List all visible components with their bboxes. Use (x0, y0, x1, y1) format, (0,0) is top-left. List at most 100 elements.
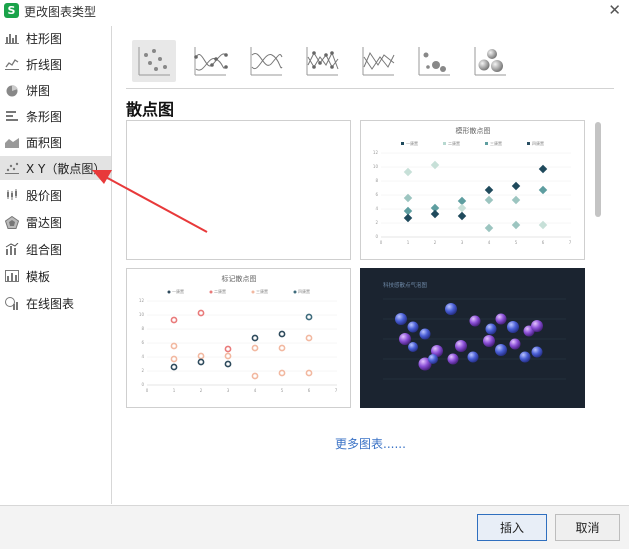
legend-swatch (209, 290, 213, 294)
subtype-straight-lines-markers[interactable] (300, 40, 344, 82)
preview-bubbles (395, 303, 543, 371)
app-logo-icon: S (4, 3, 19, 18)
gallery-scrollbar[interactable] (595, 122, 601, 217)
legend-swatch (443, 142, 446, 145)
y-tick: 10 (139, 312, 145, 317)
sidebar-item-area[interactable]: 面积图 (0, 130, 111, 154)
sidebar-item-label: 折线图 (26, 57, 63, 72)
bubble-icon (418, 47, 450, 76)
sidebar-item-stock[interactable]: 股价图 (0, 183, 111, 207)
3d-bubble-icon (474, 47, 506, 76)
smooth-lines-markers-icon (194, 47, 228, 76)
x-tick: 4 (488, 240, 491, 245)
more-charts-link[interactable]: 更多图表...... (112, 435, 629, 452)
combo-chart-icon (4, 243, 19, 256)
area-chart-icon (4, 136, 19, 149)
preview-markers (170, 309, 313, 380)
thumb-shadow-scatter[interactable]: 模形散点图 一康置 二康置 三康置 四康置 12 10 8 6 4 2 0 0 … (360, 120, 585, 260)
y-tick: 8 (375, 178, 378, 183)
x-tick: 6 (308, 388, 311, 393)
straight-lines-icon (362, 47, 395, 76)
legend-swatch (485, 142, 488, 145)
insert-button[interactable]: 插入 (477, 514, 547, 541)
subtype-3d-bubble[interactable] (468, 40, 512, 82)
radar-chart-icon (4, 215, 19, 229)
preview-title: 科技感散点气泡图 (383, 281, 428, 289)
title-bar: S 更改图表类型 ✕ (0, 0, 629, 22)
line-chart-icon (4, 58, 19, 71)
dialog-footer: 插入 取消 (0, 505, 629, 549)
stock-chart-icon (4, 189, 19, 202)
sidebar-item-label: 组合图 (26, 242, 63, 257)
sidebar-item-pie[interactable]: 饼图 (0, 78, 111, 102)
y-tick: 12 (139, 298, 145, 303)
thumb-blank-scatter[interactable] (126, 120, 351, 260)
y-tick: 8 (141, 326, 144, 331)
subtype-smooth-lines[interactable] (244, 40, 288, 82)
sidebar-item-label: 柱形图 (26, 31, 63, 46)
x-tick: 1 (407, 240, 410, 245)
subtype-bubble[interactable] (412, 40, 456, 82)
legend-label: 四康置 (532, 140, 544, 146)
subtype-smooth-lines-markers[interactable] (188, 40, 232, 82)
y-tick: 6 (141, 340, 144, 345)
y-tick: 2 (375, 220, 378, 225)
x-tick: 3 (227, 388, 230, 393)
sidebar-item-label: 在线图表 (26, 296, 75, 311)
marker-scatter-preview: 标记散点图 一康置 二康置 三康置 四康置 12 10 8 6 4 2 0 0 … (139, 274, 338, 393)
x-tick: 6 (542, 240, 545, 245)
preview-title: 模形散点图 (456, 126, 491, 135)
chart-style-gallery: 模形散点图 一康置 二康置 三康置 四康置 12 10 8 6 4 2 0 0 … (126, 120, 606, 440)
chart-category-sidebar: 柱形图 折线图 饼图 条形图 面积图 X Y（散点图） 股价图 雷达图 组合图 … (0, 26, 112, 504)
chart-subtype-strip (132, 40, 612, 82)
x-tick: 7 (335, 388, 338, 393)
y-tick: 0 (141, 382, 144, 387)
cancel-button[interactable]: 取消 (555, 514, 620, 541)
sidebar-item-template[interactable]: 模板 (0, 264, 111, 288)
y-tick: 10 (373, 164, 379, 169)
legend-swatch (527, 142, 530, 145)
thumb-marker-scatter[interactable]: 标记散点图 一康置 二康置 三康置 四康置 12 10 8 6 4 2 0 0 … (126, 268, 351, 408)
pie-chart-icon (4, 84, 19, 97)
legend-label: 二康置 (214, 288, 226, 294)
online-chart-icon (4, 296, 19, 310)
column-chart-icon (4, 32, 19, 45)
legend-swatch (401, 142, 404, 145)
scatter-markers-icon (138, 47, 170, 76)
scatter-chart-icon (4, 162, 19, 175)
sidebar-item-line[interactable]: 折线图 (0, 52, 111, 76)
bar-chart-icon (4, 110, 19, 123)
straight-lines-markers-icon (306, 47, 339, 76)
subtype-straight-lines[interactable] (356, 40, 400, 82)
thumb-tech-bubble-scatter[interactable]: 科技感散点气泡图 (360, 268, 585, 408)
sidebar-item-scatter[interactable]: X Y（散点图） (0, 156, 111, 180)
sidebar-item-label: 股价图 (26, 188, 63, 203)
sidebar-item-column[interactable]: 柱形图 (0, 26, 111, 50)
smooth-lines-icon (250, 47, 283, 76)
sidebar-item-label: X Y（散点图） (26, 161, 106, 176)
close-button[interactable]: ✕ (608, 1, 621, 19)
x-tick: 0 (146, 388, 149, 393)
divider (126, 88, 614, 89)
tech-bubble-preview: 科技感散点气泡图 (383, 281, 566, 380)
legend-swatch (251, 290, 255, 294)
sidebar-item-radar[interactable]: 雷达图 (0, 210, 111, 234)
legend-label: 四康置 (298, 288, 310, 294)
sidebar-item-bar[interactable]: 条形图 (0, 104, 111, 128)
y-tick: 0 (375, 234, 378, 239)
sidebar-item-combo[interactable]: 组合图 (0, 237, 111, 261)
sidebar-item-label: 面积图 (26, 135, 63, 150)
x-tick: 3 (461, 240, 464, 245)
legend-swatch (293, 290, 297, 294)
sidebar-item-online[interactable]: 在线图表 (0, 291, 111, 315)
x-tick: 5 (515, 240, 518, 245)
legend-label: 三康置 (256, 288, 268, 294)
sidebar-item-label: 条形图 (26, 109, 63, 124)
preview-title: 标记散点图 (222, 274, 257, 283)
subtype-scatter-markers[interactable] (132, 40, 176, 82)
sidebar-item-label: 雷达图 (26, 215, 63, 230)
y-tick: 4 (141, 354, 144, 359)
x-tick: 4 (254, 388, 257, 393)
x-tick: 0 (380, 240, 383, 245)
template-icon (4, 270, 19, 283)
